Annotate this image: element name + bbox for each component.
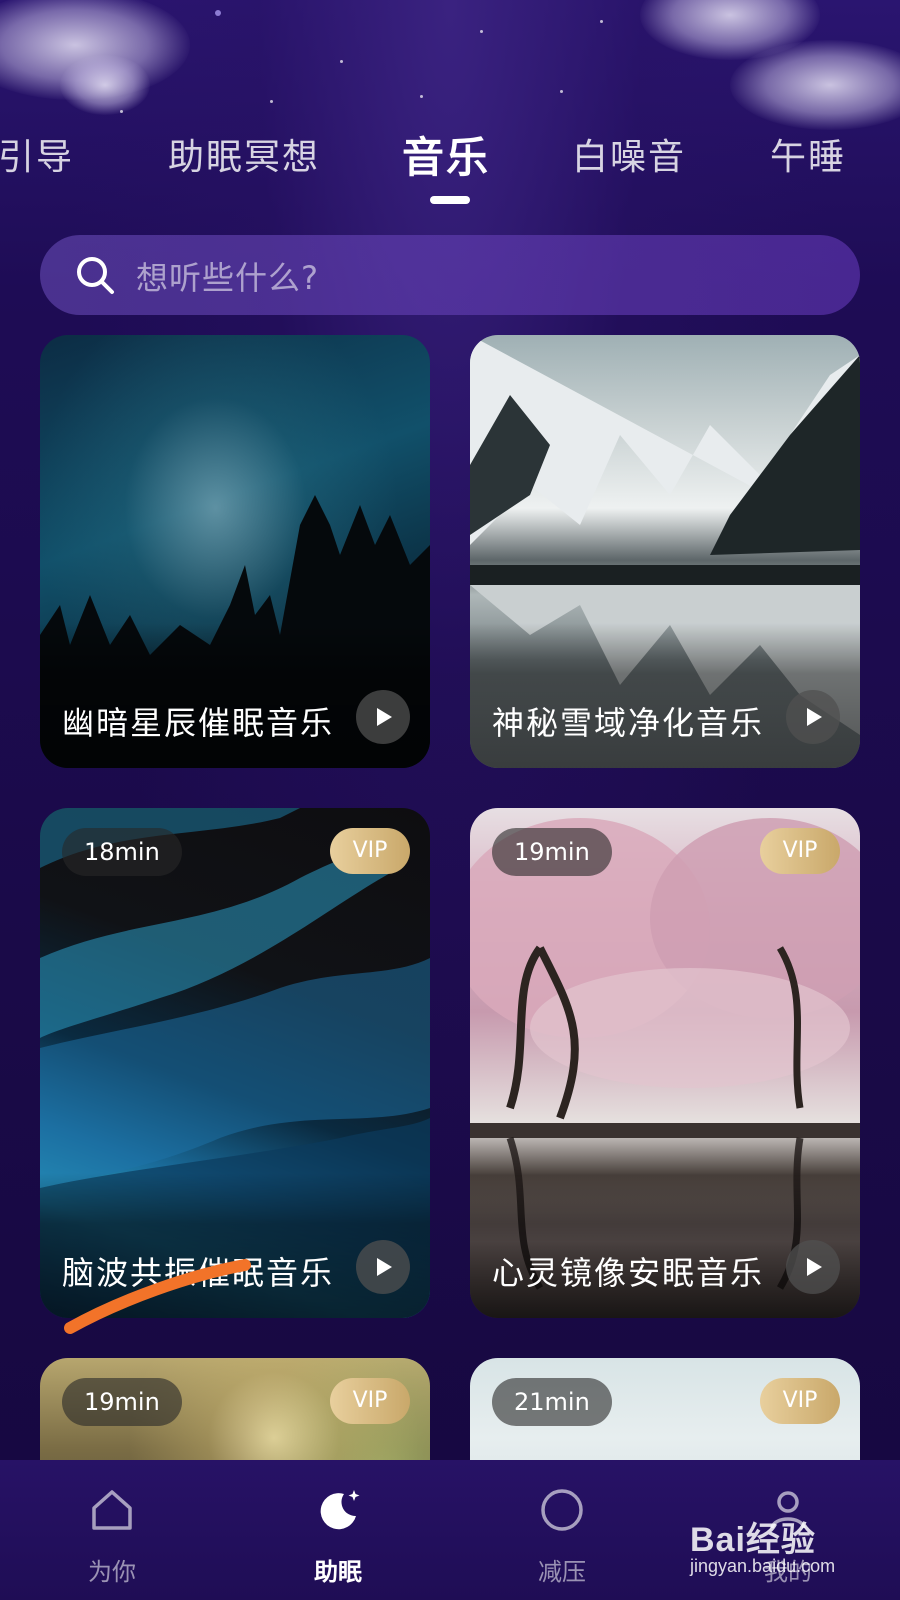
- search-icon: [77, 257, 114, 294]
- star: [215, 10, 221, 16]
- play-button[interactable]: [786, 690, 840, 744]
- star: [120, 110, 123, 113]
- music-card[interactable]: 18min VIP 脑波共振催眠音乐: [40, 808, 430, 1318]
- card-title: 幽暗星辰催眠音乐: [62, 704, 335, 742]
- star: [600, 20, 603, 23]
- tab-sleep-meditation[interactable]: 助眠冥想: [168, 128, 320, 180]
- moon-icon: [320, 1490, 360, 1530]
- tab-music[interactable]: 音乐: [402, 124, 490, 185]
- play-button[interactable]: [356, 1240, 410, 1294]
- home-icon: [92, 1490, 132, 1530]
- nav-label: 为你: [88, 1558, 136, 1586]
- star: [560, 90, 563, 93]
- play-icon: [807, 1258, 822, 1276]
- nav-label: 助眠: [314, 1558, 362, 1586]
- tab-nap[interactable]: 午睡: [770, 128, 846, 180]
- star: [480, 30, 483, 33]
- vip-badge: VIP: [760, 828, 840, 874]
- card-title: 心灵镜像安眠音乐: [492, 1254, 765, 1292]
- vip-badge: VIP: [330, 828, 410, 874]
- search-input[interactable]: 想听些什么?: [136, 253, 319, 299]
- nav-item-sleep[interactable]: 助眠: [258, 1460, 418, 1600]
- nav-item-for-you[interactable]: 为你: [32, 1460, 192, 1600]
- watermark-url: jingyan.baidu.com: [690, 1556, 836, 1576]
- star: [270, 100, 273, 103]
- duration-badge: 18min: [62, 828, 182, 876]
- vip-badge: VIP: [760, 1378, 840, 1424]
- nav-item-destress[interactable]: 减压: [482, 1460, 642, 1600]
- tab-sleep-guide[interactable]: 眠引导: [0, 128, 74, 180]
- circle-icon: [541, 1489, 583, 1531]
- cloud-decoration: [60, 55, 150, 115]
- star: [420, 95, 423, 98]
- annotation-stroke: [64, 1259, 251, 1334]
- card-title: 神秘雪域净化音乐: [492, 704, 765, 742]
- duration-badge: 19min: [492, 828, 612, 876]
- play-button[interactable]: [356, 690, 410, 744]
- vip-badge: VIP: [330, 1378, 410, 1424]
- music-card[interactable]: 幽暗星辰催眠音乐: [40, 335, 430, 768]
- play-button[interactable]: [786, 1240, 840, 1294]
- play-icon: [807, 708, 822, 726]
- search-bar[interactable]: 想听些什么?: [40, 235, 860, 315]
- watermark-logo: Bai经验: [690, 1521, 816, 1559]
- play-icon: [377, 1258, 392, 1276]
- music-card[interactable]: 19min VIP 心灵镜像安眠音乐: [470, 808, 860, 1318]
- baidu-jingyan-watermark: Bai经验 jingyan.baidu.com: [690, 1512, 890, 1582]
- cloud-decoration: [730, 40, 900, 130]
- star: [340, 60, 343, 63]
- music-card[interactable]: 神秘雪域净化音乐: [470, 335, 860, 768]
- duration-badge: 19min: [62, 1378, 182, 1426]
- active-tab-indicator: [430, 196, 470, 204]
- app-screen: 眠引导 助眠冥想 音乐 白噪音 午睡 想听些什么? 幽暗星辰催眠音乐: [0, 0, 900, 1600]
- nav-label: 减压: [538, 1558, 586, 1586]
- duration-badge: 21min: [492, 1378, 612, 1426]
- play-icon: [377, 708, 392, 726]
- tab-white-noise[interactable]: 白噪音: [572, 128, 686, 180]
